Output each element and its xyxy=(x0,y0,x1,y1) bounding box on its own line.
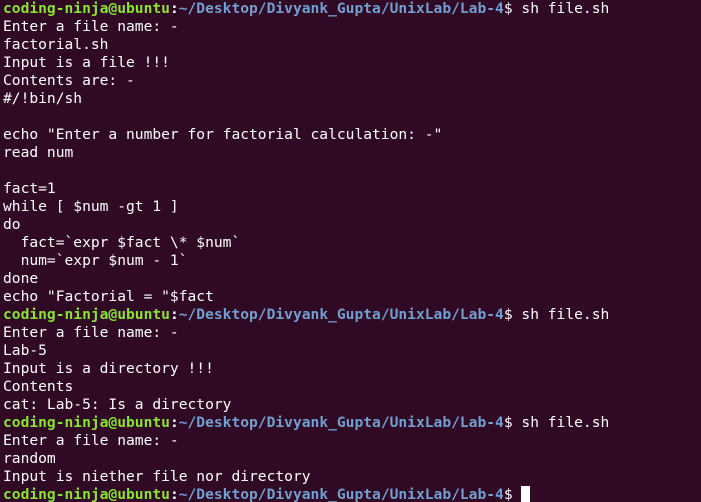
prompt-separator: : xyxy=(169,0,179,17)
prompt-symbol: $ xyxy=(503,486,513,502)
output-line: Contents xyxy=(3,378,74,395)
output-line: Enter a file name: - xyxy=(3,324,179,341)
prompt-symbol: $ xyxy=(503,414,513,431)
prompt-line: coding-ninja@ubuntu:~/Desktop/Divyank_Gu… xyxy=(3,0,701,18)
command-text: sh file.sh xyxy=(512,306,610,323)
output-line: Enter a file name: - xyxy=(3,432,179,449)
output-line: Contents are: - xyxy=(3,72,135,89)
prompt-line: coding-ninja@ubuntu:~/Desktop/Divyank_Gu… xyxy=(3,306,701,324)
prompt-user-host: coding-ninja@ubuntu xyxy=(3,0,170,17)
prompt-symbol: $ xyxy=(503,0,513,17)
prompt-separator: : xyxy=(169,486,179,502)
output-line: fact=1 xyxy=(3,180,56,197)
output-line: Input is a directory !!! xyxy=(3,360,214,377)
command-text: sh file.sh xyxy=(512,414,610,431)
prompt-symbol: $ xyxy=(503,306,513,323)
prompt-user-host: coding-ninja@ubuntu xyxy=(3,306,170,323)
command-text: sh file.sh xyxy=(512,0,610,17)
output-line: random xyxy=(3,450,56,467)
output-line: factorial.sh xyxy=(3,36,109,53)
prompt-path: ~/Desktop/Divyank_Gupta/UnixLab/Lab-4 xyxy=(178,486,504,502)
output-line: while [ $num -gt 1 ] xyxy=(3,198,179,215)
output-line: Input is a file !!! xyxy=(3,54,170,71)
prompt-user-host: coding-ninja@ubuntu xyxy=(3,486,170,502)
prompt-path: ~/Desktop/Divyank_Gupta/UnixLab/Lab-4 xyxy=(178,0,504,17)
prompt-separator: : xyxy=(169,306,179,323)
output-line: cat: Lab-5: Is a directory xyxy=(3,396,232,413)
terminal-window[interactable]: coding-ninja@ubuntu:~/Desktop/Divyank_Gu… xyxy=(0,0,701,502)
output-line: num=`expr $num - 1` xyxy=(3,252,188,269)
prompt-path: ~/Desktop/Divyank_Gupta/UnixLab/Lab-4 xyxy=(178,414,504,431)
output-line: Enter a file name: - xyxy=(3,18,179,35)
output-line: do xyxy=(3,216,21,233)
output-line: done xyxy=(3,270,39,287)
prompt-path: ~/Desktop/Divyank_Gupta/UnixLab/Lab-4 xyxy=(178,306,504,323)
prompt-line: coding-ninja@ubuntu:~/Desktop/Divyank_Gu… xyxy=(3,486,701,502)
output-line: Input is niether file nor directory xyxy=(3,468,311,485)
output-line: #/!bin/sh xyxy=(3,90,83,107)
command-text xyxy=(513,486,522,502)
output-line: echo "Factorial = "$fact xyxy=(3,288,214,305)
output-line: Lab-5 xyxy=(3,342,47,359)
output-line: read num xyxy=(3,144,74,161)
prompt-separator: : xyxy=(169,414,179,431)
output-line: fact=`expr $fact \* $num` xyxy=(3,234,241,251)
prompt-line: coding-ninja@ubuntu:~/Desktop/Divyank_Gu… xyxy=(3,414,701,432)
output-line: echo "Enter a number for factorial calcu… xyxy=(3,126,443,143)
cursor-block[interactable] xyxy=(521,486,531,502)
prompt-user-host: coding-ninja@ubuntu xyxy=(3,414,170,431)
